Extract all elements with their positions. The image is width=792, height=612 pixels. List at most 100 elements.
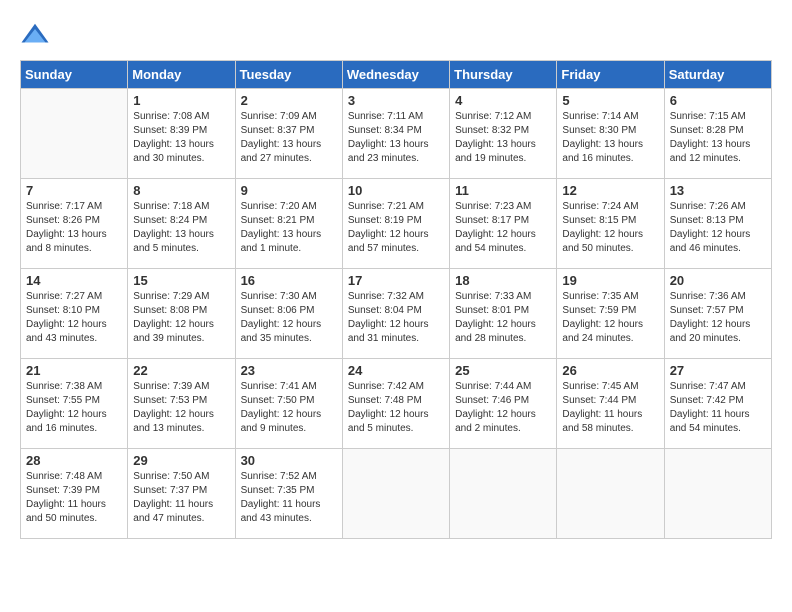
calendar-week-row: 28Sunrise: 7:48 AMSunset: 7:39 PMDayligh… (21, 449, 772, 539)
day-number: 27 (670, 363, 766, 378)
day-info: Sunrise: 7:35 AMSunset: 7:59 PMDaylight:… (562, 290, 658, 346)
calendar-day-cell: 9 Sunrise: 7:20 AMSunset: 8:21 PMDaylight… (235, 179, 342, 269)
day-number: 16 (241, 273, 337, 288)
calendar-day-cell (21, 89, 128, 179)
day-info: Sunrise: 7:41 AMSunset: 7:50 PMDaylight:… (241, 380, 337, 436)
calendar-day-cell: 20Sunrise: 7:36 AMSunset: 7:57 PMDayligh… (664, 269, 771, 359)
calendar-day-cell: 19 Sunrise: 7:35 AMSunset: 7:59 PMDayligh… (557, 269, 664, 359)
day-number: 10 (348, 183, 444, 198)
calendar-day-cell: 15 Sunrise: 7:29 AMSunset: 8:08 PMDayligh… (128, 269, 235, 359)
calendar-day-header: Tuesday (235, 61, 342, 89)
calendar-week-row: 21 Sunrise: 7:38 AMSunset: 7:55 PMDayligh… (21, 359, 772, 449)
calendar-day-cell (342, 449, 449, 539)
day-info: Sunrise: 7:24 AMSunset: 8:15 PMDaylight:… (562, 200, 658, 256)
calendar-day-cell: 16 Sunrise: 7:30 AMSunset: 8:06 PMDayligh… (235, 269, 342, 359)
day-number: 17 (348, 273, 444, 288)
day-info: Sunrise: 7:50 AMSunset: 7:37 PMDaylight:… (133, 470, 229, 526)
calendar-day-cell: 4 Sunrise: 7:12 AMSunset: 8:32 PMDaylight… (450, 89, 557, 179)
calendar-day-cell: 6 Sunrise: 7:15 AMSunset: 8:28 PMDaylight… (664, 89, 771, 179)
day-number: 28 (26, 453, 122, 468)
day-info: Sunrise: 7:42 AMSunset: 7:48 PMDaylight:… (348, 380, 444, 436)
calendar-day-header: Monday (128, 61, 235, 89)
day-info: Sunrise: 7:14 AMSunset: 8:30 PMDaylight:… (562, 110, 658, 166)
day-info: Sunrise: 7:12 AMSunset: 8:32 PMDaylight:… (455, 110, 551, 166)
day-number: 7 (26, 183, 122, 198)
calendar-day-cell: 14Sunrise: 7:27 AMSunset: 8:10 PMDayligh… (21, 269, 128, 359)
day-info: Sunrise: 7:17 AMSunset: 8:26 PMDaylight:… (26, 200, 122, 256)
day-info: Sunrise: 7:18 AMSunset: 8:24 PMDaylight:… (133, 200, 229, 256)
day-number: 21 (26, 363, 122, 378)
calendar-day-cell (450, 449, 557, 539)
calendar-day-cell: 17 Sunrise: 7:32 AMSunset: 8:04 PMDayligh… (342, 269, 449, 359)
day-number: 5 (562, 93, 658, 108)
day-info: Sunrise: 7:11 AMSunset: 8:34 PMDaylight:… (348, 110, 444, 166)
day-number: 6 (670, 93, 766, 108)
day-number: 4 (455, 93, 551, 108)
calendar-day-cell: 8 Sunrise: 7:18 AMSunset: 8:24 PMDaylight… (128, 179, 235, 269)
day-number: 1 (133, 93, 229, 108)
calendar-day-cell: 28Sunrise: 7:48 AMSunset: 7:39 PMDayligh… (21, 449, 128, 539)
calendar-day-header: Saturday (664, 61, 771, 89)
calendar-day-cell: 26 Sunrise: 7:45 AMSunset: 7:44 PMDayligh… (557, 359, 664, 449)
calendar-day-cell: 2 Sunrise: 7:09 AMSunset: 8:37 PMDaylight… (235, 89, 342, 179)
day-number: 29 (133, 453, 229, 468)
calendar-day-cell: 13Sunrise: 7:26 AMSunset: 8:13 PMDayligh… (664, 179, 771, 269)
calendar-body: 1Sunrise: 7:08 AMSunset: 8:39 PMDaylight… (21, 89, 772, 539)
calendar-day-cell: 5 Sunrise: 7:14 AMSunset: 8:30 PMDaylight… (557, 89, 664, 179)
calendar-day-cell (664, 449, 771, 539)
calendar-week-row: 7 Sunrise: 7:17 AMSunset: 8:26 PMDaylight… (21, 179, 772, 269)
day-number: 24 (348, 363, 444, 378)
day-info: Sunrise: 7:47 AMSunset: 7:42 PMDaylight:… (670, 380, 766, 436)
day-number: 8 (133, 183, 229, 198)
day-number: 12 (562, 183, 658, 198)
day-info: Sunrise: 7:38 AMSunset: 7:55 PMDaylight:… (26, 380, 122, 436)
day-number: 25 (455, 363, 551, 378)
logo (20, 20, 54, 50)
page-header (20, 20, 772, 50)
day-info: Sunrise: 7:32 AMSunset: 8:04 PMDaylight:… (348, 290, 444, 346)
calendar-day-cell: 22 Sunrise: 7:39 AMSunset: 7:53 PMDayligh… (128, 359, 235, 449)
calendar-header-row: SundayMondayTuesdayWednesdayThursdayFrid… (21, 61, 772, 89)
day-number: 26 (562, 363, 658, 378)
calendar-day-cell: 12 Sunrise: 7:24 AMSunset: 8:15 PMDayligh… (557, 179, 664, 269)
day-number: 22 (133, 363, 229, 378)
day-number: 18 (455, 273, 551, 288)
day-number: 23 (241, 363, 337, 378)
calendar-week-row: 1Sunrise: 7:08 AMSunset: 8:39 PMDaylight… (21, 89, 772, 179)
day-number: 20 (670, 273, 766, 288)
day-info: Sunrise: 7:33 AMSunset: 8:01 PMDaylight:… (455, 290, 551, 346)
day-info: Sunrise: 7:39 AMSunset: 7:53 PMDaylight:… (133, 380, 229, 436)
day-info: Sunrise: 7:21 AMSunset: 8:19 PMDaylight:… (348, 200, 444, 256)
calendar-day-header: Friday (557, 61, 664, 89)
calendar-day-cell: 24 Sunrise: 7:42 AMSunset: 7:48 PMDayligh… (342, 359, 449, 449)
day-number: 3 (348, 93, 444, 108)
day-info: Sunrise: 7:20 AMSunset: 8:21 PMDaylight:… (241, 200, 337, 256)
calendar-day-cell: 29 Sunrise: 7:50 AMSunset: 7:37 PMDayligh… (128, 449, 235, 539)
calendar-day-header: Wednesday (342, 61, 449, 89)
day-number: 14 (26, 273, 122, 288)
calendar-day-cell: 21 Sunrise: 7:38 AMSunset: 7:55 PMDayligh… (21, 359, 128, 449)
calendar-day-cell: 25 Sunrise: 7:44 AMSunset: 7:46 PMDayligh… (450, 359, 557, 449)
day-number: 9 (241, 183, 337, 198)
calendar-day-cell (557, 449, 664, 539)
calendar-week-row: 14Sunrise: 7:27 AMSunset: 8:10 PMDayligh… (21, 269, 772, 359)
day-info: Sunrise: 7:30 AMSunset: 8:06 PMDaylight:… (241, 290, 337, 346)
day-info: Sunrise: 7:29 AMSunset: 8:08 PMDaylight:… (133, 290, 229, 346)
day-info: Sunrise: 7:52 AMSunset: 7:35 PMDaylight:… (241, 470, 337, 526)
calendar-day-cell: 11Sunrise: 7:23 AMSunset: 8:17 PMDayligh… (450, 179, 557, 269)
day-info: Sunrise: 7:44 AMSunset: 7:46 PMDaylight:… (455, 380, 551, 436)
day-info: Sunrise: 7:15 AMSunset: 8:28 PMDaylight:… (670, 110, 766, 166)
day-number: 15 (133, 273, 229, 288)
calendar-day-cell: 1Sunrise: 7:08 AMSunset: 8:39 PMDaylight… (128, 89, 235, 179)
day-number: 19 (562, 273, 658, 288)
calendar-day-cell: 7 Sunrise: 7:17 AMSunset: 8:26 PMDaylight… (21, 179, 128, 269)
logo-icon (20, 20, 50, 50)
day-info: Sunrise: 7:45 AMSunset: 7:44 PMDaylight:… (562, 380, 658, 436)
day-number: 13 (670, 183, 766, 198)
day-number: 2 (241, 93, 337, 108)
calendar-day-cell: 30Sunrise: 7:52 AMSunset: 7:35 PMDayligh… (235, 449, 342, 539)
day-info: Sunrise: 7:23 AMSunset: 8:17 PMDaylight:… (455, 200, 551, 256)
day-info: Sunrise: 7:09 AMSunset: 8:37 PMDaylight:… (241, 110, 337, 166)
calendar-day-cell: 18 Sunrise: 7:33 AMSunset: 8:01 PMDayligh… (450, 269, 557, 359)
calendar-day-cell: 23 Sunrise: 7:41 AMSunset: 7:50 PMDayligh… (235, 359, 342, 449)
